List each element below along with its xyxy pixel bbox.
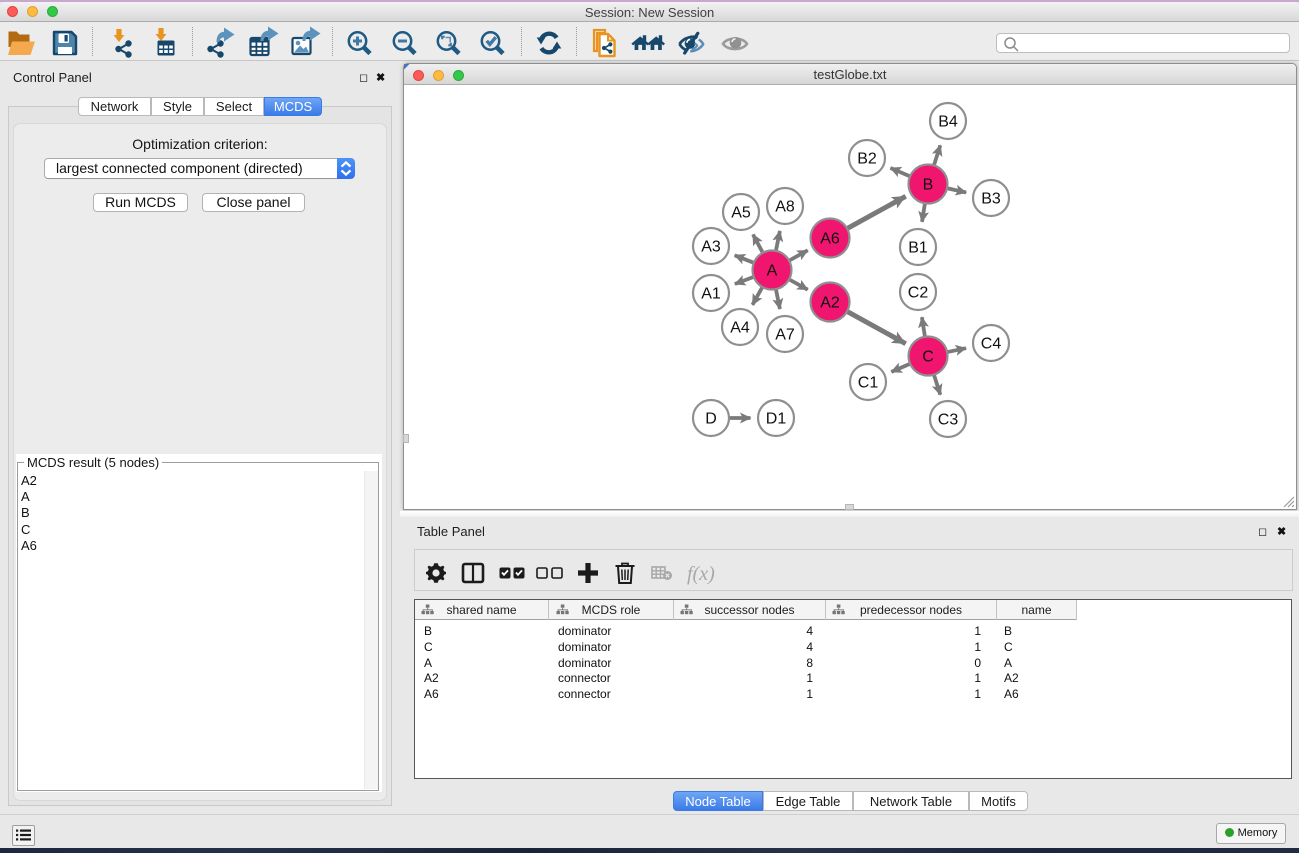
svg-text:A1: A1 <box>701 286 721 303</box>
svg-text:B1: B1 <box>908 240 928 257</box>
svg-text:D1: D1 <box>766 411 787 428</box>
svg-text:A7: A7 <box>775 327 795 344</box>
svg-text:A5: A5 <box>731 205 751 222</box>
svg-text:A4: A4 <box>730 320 750 337</box>
svg-text:C4: C4 <box>981 336 1002 353</box>
svg-text:B2: B2 <box>857 151 877 168</box>
svg-text:A8: A8 <box>775 199 795 216</box>
svg-text:A: A <box>767 263 778 280</box>
svg-text:f(x): f(x) <box>687 563 715 585</box>
svg-text:C2: C2 <box>908 285 929 302</box>
svg-text:A3: A3 <box>701 239 721 256</box>
svg-text:C1: C1 <box>858 375 879 392</box>
svg-text:B: B <box>923 177 934 194</box>
svg-text:C3: C3 <box>938 412 959 429</box>
svg-text:A2: A2 <box>820 295 840 312</box>
svg-text:B4: B4 <box>938 114 958 131</box>
svg-text:B3: B3 <box>981 191 1001 208</box>
svg-text:C: C <box>922 349 934 366</box>
svg-text:D: D <box>705 411 717 428</box>
svg-text:A6: A6 <box>820 231 840 248</box>
